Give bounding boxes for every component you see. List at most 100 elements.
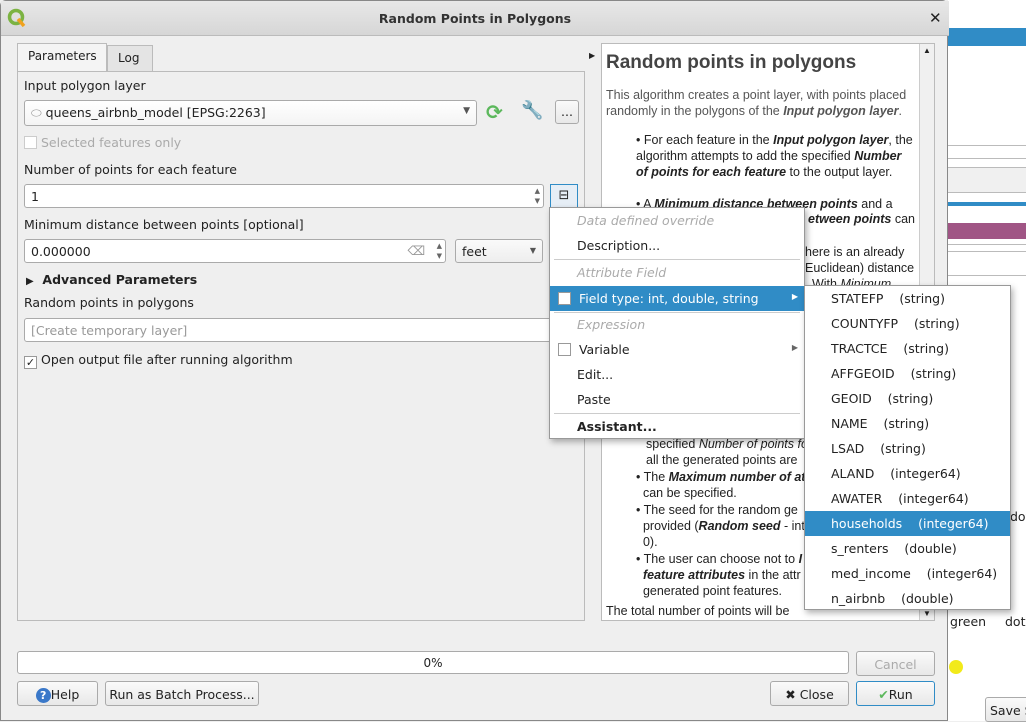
field-name: LSAD xyxy=(831,441,865,456)
menu-item-variable[interactable]: Variable ▶ xyxy=(550,337,804,362)
tab-log[interactable]: Log xyxy=(107,45,153,71)
field-item-med_income[interactable]: med_income (integer64) xyxy=(805,561,1010,586)
field-type: (string) xyxy=(880,441,926,456)
menu-item-description[interactable]: Description... xyxy=(550,233,804,258)
field-type: (double) xyxy=(901,591,954,606)
submenu-arrow-icon: ▶ xyxy=(791,343,798,352)
field-item-GEOID[interactable]: GEOID (string) xyxy=(805,386,1010,411)
field-type-label: Field type: int, double, string xyxy=(578,291,759,306)
spinbox-arrows-icon[interactable]: ▲ ▼ xyxy=(535,186,540,206)
field-item-AWATER[interactable]: AWATER (integer64) xyxy=(805,486,1010,511)
collapse-arrow-icon[interactable]: ▶ xyxy=(589,51,595,60)
submenu-arrow-icon: ▶ xyxy=(791,292,798,301)
unit-value: feet xyxy=(462,244,487,259)
field-submenu: STATEFP (string) COUNTYFP (string) TRACTCE… xyxy=(804,285,1011,610)
clear-icon[interactable]: ⌫ xyxy=(407,243,425,258)
npoints-value: 1 xyxy=(31,189,39,204)
iterate-icon[interactable]: ⟳ xyxy=(486,100,503,124)
field-name: n_airbnb xyxy=(831,591,886,606)
help-intro: This algorithm creates a point layer, wi… xyxy=(606,88,907,118)
wrench-icon[interactable]: 🔧 xyxy=(521,100,543,121)
field-item-AFFGEOID[interactable]: AFFGEOID (string) xyxy=(805,361,1010,386)
help-label: Help xyxy=(50,687,80,702)
menu-item-edit[interactable]: Edit... xyxy=(550,362,804,387)
chevron-down-icon: ▼ xyxy=(529,246,536,255)
field-name: TRACTCE xyxy=(831,341,888,356)
run-button[interactable]: ✔Run xyxy=(856,681,935,706)
checkmark-icon: ✓ xyxy=(24,356,37,369)
help-text: The total number of points will be xyxy=(606,604,790,618)
selected-features-checkbox[interactable]: Selected features only xyxy=(24,135,181,150)
field-item-households[interactable]: households (integer64) xyxy=(805,511,1010,536)
input-layer-combobox[interactable]: ⬭ queens_airbnb_model [EPSG:2263] ▼ xyxy=(24,100,477,126)
open-output-checkbox[interactable]: ✓ Open output file after running algorit… xyxy=(24,352,293,369)
spinbox-arrows-icon[interactable]: ▲ ▼ xyxy=(437,241,442,261)
field-item-ALAND[interactable]: ALAND (integer64) xyxy=(805,461,1010,486)
field-type: (integer64) xyxy=(898,491,969,506)
tab-parameters[interactable]: Parameters xyxy=(17,43,107,71)
field-type: (integer64) xyxy=(918,516,989,531)
help-bullet: • For each feature in the Input polygon … xyxy=(636,133,913,179)
more-options-button[interactable]: ... xyxy=(555,100,579,124)
field-name: AWATER xyxy=(831,491,883,506)
field-item-s_renters[interactable]: s_renters (double) xyxy=(805,536,1010,561)
yellow-dot-symbol xyxy=(949,660,963,674)
data-defined-override-button[interactable]: ⊟ xyxy=(550,184,578,208)
field-type: (double) xyxy=(904,541,957,556)
progress-bar: 0% xyxy=(17,651,849,674)
unit-select[interactable]: feet ▼ xyxy=(455,239,543,263)
field-type: (string) xyxy=(913,316,960,331)
background-selected-row xyxy=(948,28,1026,46)
menu-item-paste[interactable]: Paste xyxy=(550,387,804,412)
checkbox-icon xyxy=(558,343,571,356)
scroll-up-icon[interactable]: ▲ xyxy=(923,46,931,55)
close-button[interactable]: ✖ Close xyxy=(770,681,849,706)
close-icon: ✖ xyxy=(785,687,796,702)
menu-item-assistant[interactable]: Assistant... xyxy=(550,414,804,439)
help-title: Random points in polygons xyxy=(606,52,857,73)
input-layer-value: queens_airbnb_model [EPSG:2263] xyxy=(45,105,266,120)
selected-features-label: Selected features only xyxy=(40,135,182,150)
help-text-int: - int xyxy=(780,519,805,533)
bg-dot-text: dot xyxy=(1010,509,1026,524)
menu-item-field-type[interactable]: Field type: int, double, string ▶ xyxy=(550,286,804,311)
run-label: Run xyxy=(888,687,913,702)
help-text: specified Number of points fo all the gen… xyxy=(646,437,808,467)
field-type: (integer64) xyxy=(926,566,998,581)
menu-header-expression: Expression xyxy=(577,317,646,332)
variable-label: Variable xyxy=(578,342,630,357)
field-item-LSAD[interactable]: LSAD (string) xyxy=(805,436,1010,461)
field-item-NAME[interactable]: NAME (string) xyxy=(805,411,1010,436)
window-title: Random Points in Polygons xyxy=(378,11,572,26)
cancel-button[interactable]: Cancel xyxy=(856,651,935,676)
field-item-STATEFP[interactable]: STATEFP (string) xyxy=(805,286,1010,311)
field-name: GEOID xyxy=(831,391,872,406)
field-type: (integer64) xyxy=(890,466,961,481)
bg-green-text: green xyxy=(950,614,987,629)
field-type: (string) xyxy=(903,341,949,356)
save-style-button[interactable]: Save S xyxy=(985,697,1026,722)
help-icon: ? xyxy=(35,688,51,703)
field-item-TRACTCE[interactable]: TRACTCE (string) xyxy=(805,336,1010,361)
help-text: etween points can xyxy=(808,212,915,226)
help-bullet: • The seed for the random ge provided (R… xyxy=(636,503,805,549)
menu-header-data-defined: Data defined override xyxy=(577,213,715,228)
chevron-down-icon: ▼ xyxy=(463,106,470,116)
field-item-COUNTYFP[interactable]: COUNTYFP (string) xyxy=(805,311,1010,336)
close-window-icon[interactable]: ✕ xyxy=(929,9,942,27)
run-batch-button[interactable]: Run as Batch Process... xyxy=(105,681,259,706)
field-type: (string) xyxy=(887,391,934,406)
npoints-input[interactable]: 1 ▲ ▼ xyxy=(24,184,544,208)
output-input[interactable]: [Create temporary layer] xyxy=(24,318,554,342)
help-bullet: • The user can choose not to I feature a… xyxy=(636,552,803,598)
parameters-panel: Input polygon layer ⬭ queens_airbnb_mode… xyxy=(17,71,585,621)
mindist-input[interactable]: 0.000000 ⌫ ▲ ▼ xyxy=(24,239,446,263)
help-button[interactable]: ? Help xyxy=(17,681,98,706)
polygon-layer-icon: ⬭ xyxy=(31,105,42,120)
mindist-value: 0.000000 xyxy=(31,244,91,259)
advanced-parameters-toggle[interactable]: ▶ Advanced Parameters xyxy=(26,272,197,287)
field-item-n_airbnb[interactable]: n_airbnb (double) xyxy=(805,586,1010,611)
title-bar: Random Points in Polygons ✕ xyxy=(1,1,949,36)
expand-arrow-icon: ▶ xyxy=(26,276,34,287)
menu-header-attribute-field: Attribute Field xyxy=(577,265,667,280)
